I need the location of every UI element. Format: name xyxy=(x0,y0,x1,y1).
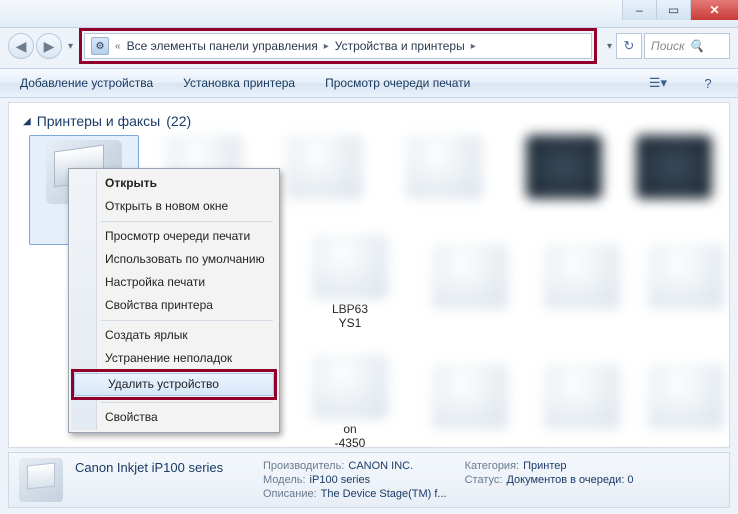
nav-buttons: ◀ ▶ xyxy=(8,33,62,59)
device-item[interactable] xyxy=(415,245,525,313)
cm-create-shortcut[interactable]: Создать ярлык xyxy=(71,324,277,347)
printer-icon xyxy=(544,365,620,429)
cm-separator xyxy=(101,221,273,222)
device-item[interactable] xyxy=(631,365,730,433)
context-menu: Открыть Открыть в новом окне Просмотр оч… xyxy=(68,168,280,433)
cm-view-queue[interactable]: Просмотр очереди печати xyxy=(71,225,277,248)
printer-icon xyxy=(544,245,620,309)
breadcrumb-sep-icon: ▸ xyxy=(322,41,331,52)
details-device-name: Canon Inkjet iP100 series xyxy=(75,460,245,475)
device-item[interactable] xyxy=(389,135,499,203)
view-queue-button[interactable]: Просмотр очереди печати xyxy=(325,76,470,90)
device-item[interactable] xyxy=(269,135,379,203)
add-device-button[interactable]: Добавление устройства xyxy=(20,76,153,90)
breadcrumb-highlight: ⚙ « Все элементы панели управления ▸ Уст… xyxy=(79,28,597,64)
cm-set-default[interactable]: Использовать по умолчанию xyxy=(71,248,277,271)
cm-remove-device[interactable]: Удалить устройство xyxy=(74,373,274,396)
breadcrumb-item-devices[interactable]: Устройства и принтеры xyxy=(335,39,465,53)
model-label: Модель: xyxy=(263,474,306,486)
printer-icon xyxy=(312,355,388,419)
description-label: Описание: xyxy=(263,488,317,500)
maximize-button[interactable]: ▭ xyxy=(656,0,690,20)
close-button[interactable]: ✕ xyxy=(690,0,738,20)
printer-icon xyxy=(432,245,508,309)
device-item[interactable] xyxy=(415,365,525,433)
cm-separator xyxy=(101,402,273,403)
device-item[interactable] xyxy=(509,135,619,203)
printer-icon xyxy=(636,135,712,199)
breadcrumb[interactable]: ⚙ « Все элементы панели управления ▸ Уст… xyxy=(84,33,592,59)
cm-printing-preferences[interactable]: Настройка печати xyxy=(71,271,277,294)
printer-icon xyxy=(286,135,362,199)
breadcrumb-item-control-panel[interactable]: Все элементы панели управления xyxy=(127,39,318,53)
search-placeholder: Поиск: Ус... xyxy=(651,39,685,53)
section-header-printers[interactable]: ◢ Принтеры и факсы (22) xyxy=(9,103,729,133)
section-collapse-icon[interactable]: ◢ xyxy=(23,116,31,127)
section-label: Принтеры и факсы xyxy=(37,113,161,129)
breadcrumb-chevrons: « xyxy=(113,41,123,52)
refresh-button[interactable]: ↻ xyxy=(616,33,642,59)
control-panel-icon: ⚙ xyxy=(91,37,109,55)
cm-printer-properties[interactable]: Свойства принтера xyxy=(71,294,277,317)
back-button[interactable]: ◀ xyxy=(8,33,34,59)
help-icon[interactable]: ? xyxy=(698,73,718,93)
printer-icon xyxy=(526,135,602,199)
history-dropdown-icon[interactable]: ▾ xyxy=(68,41,73,52)
device-item[interactable] xyxy=(527,365,637,433)
cm-properties[interactable]: Свойства xyxy=(71,406,277,429)
breadcrumb-dropdown-icon[interactable]: ▾ xyxy=(607,41,612,52)
printer-icon xyxy=(432,365,508,429)
window-controls: – ▭ ✕ xyxy=(622,0,738,20)
add-printer-button[interactable]: Установка принтера xyxy=(183,76,295,90)
cm-open[interactable]: Открыть xyxy=(71,172,277,195)
address-row: ◀ ▶ ▾ ⚙ « Все элементы панели управления… xyxy=(0,28,738,64)
description-value: The Device Stage(TM) f... xyxy=(321,488,447,500)
breadcrumb-sep-icon: ▸ xyxy=(469,41,478,52)
command-bar: Добавление устройства Установка принтера… xyxy=(0,68,738,98)
device-item[interactable] xyxy=(631,245,730,313)
minimize-button[interactable]: – xyxy=(622,0,656,20)
device-large-icon xyxy=(19,458,63,502)
model-value: iP100 series xyxy=(310,474,371,486)
category-value: Принтер xyxy=(523,460,566,472)
printer-icon xyxy=(406,135,482,199)
cm-open-new-window[interactable]: Открыть в новом окне xyxy=(71,195,277,218)
cm-troubleshoot[interactable]: Устранение неполадок xyxy=(71,347,277,370)
details-pane: Canon Inkjet iP100 series Производитель:… xyxy=(8,452,730,508)
cm-remove-device-highlight: Удалить устройство xyxy=(71,369,277,400)
category-label: Категория: xyxy=(465,460,519,472)
device-label: on-4350YS1 xyxy=(295,423,405,448)
device-label: LBP63YS1 xyxy=(295,303,405,331)
device-item[interactable] xyxy=(527,245,637,313)
device-item[interactable] xyxy=(619,135,729,203)
printer-icon xyxy=(312,235,388,299)
search-input[interactable]: Поиск: Ус... 🔍 xyxy=(644,33,730,59)
manufacturer-value: CANON INC. xyxy=(348,460,413,472)
titlebar: – ▭ ✕ xyxy=(0,0,738,28)
search-icon: 🔍 xyxy=(689,39,723,53)
cm-separator xyxy=(101,320,273,321)
view-options-icon[interactable]: ☰▾ xyxy=(648,73,668,93)
status-value: Документов в очереди: 0 xyxy=(506,474,633,486)
printer-icon xyxy=(648,245,724,309)
manufacturer-label: Производитель: xyxy=(263,460,344,472)
device-item[interactable]: LBP63YS1 xyxy=(295,235,405,331)
status-label: Статус: xyxy=(465,474,503,486)
section-count: (22) xyxy=(166,113,191,129)
printer-icon xyxy=(648,365,724,429)
forward-button[interactable]: ▶ xyxy=(36,33,62,59)
device-item[interactable]: on-4350YS1 xyxy=(295,355,405,448)
